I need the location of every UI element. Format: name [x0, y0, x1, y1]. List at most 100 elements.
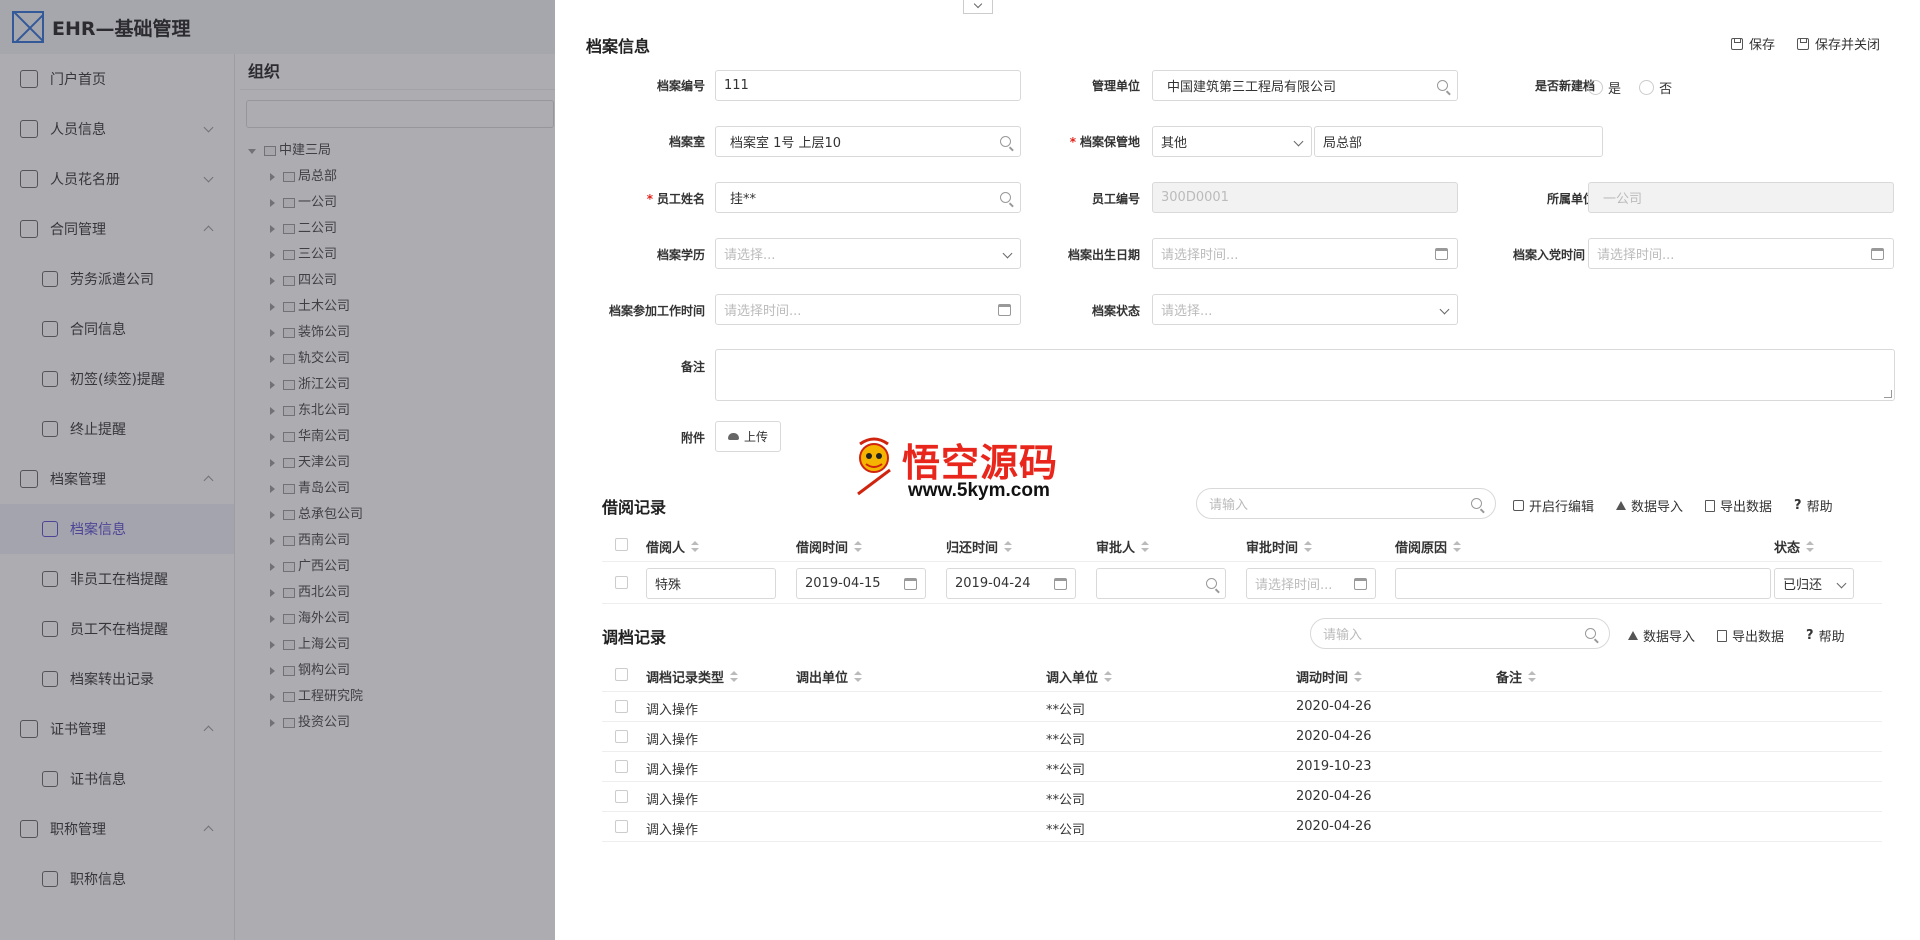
calendar-icon	[1054, 578, 1067, 590]
row-checkbox[interactable]	[615, 730, 628, 743]
transfer-cell-type: 调入操作	[646, 793, 699, 808]
col-transfer-time[interactable]: 调动时间	[1296, 667, 1363, 686]
save-close-button[interactable]: 保存并关闭	[1796, 34, 1880, 53]
transfer-import-button[interactable]: 数据导入	[1628, 626, 1695, 645]
col-label: 归还时间	[946, 541, 999, 556]
employee-name-value: 挂**	[730, 192, 757, 207]
approver-cell-input[interactable]	[1096, 568, 1226, 599]
mgmt-unit-input[interactable]: 中国建筑第三工程局有限公司	[1152, 70, 1458, 101]
row-checkbox[interactable]	[615, 576, 628, 589]
return-time-value: 2019-04-24	[955, 576, 1031, 591]
modal-mask[interactable]	[0, 0, 555, 940]
storage-place-input[interactable]: 局总部	[1314, 126, 1603, 157]
borrow-help-button[interactable]: ? 帮助	[1794, 496, 1833, 515]
transfer-help-button[interactable]: ? 帮助	[1806, 626, 1845, 645]
borrower-cell-input[interactable]: 特殊	[646, 568, 776, 599]
sort-icon	[691, 541, 700, 552]
return-time-cell-picker[interactable]: 2019-04-24	[946, 568, 1076, 599]
col-out-unit[interactable]: 调出单位	[796, 667, 863, 686]
col-label: 状态	[1774, 541, 1801, 556]
enable-row-edit-label: 开启行编辑	[1529, 500, 1595, 515]
col-label: 借阅时间	[796, 541, 849, 556]
col-approver[interactable]: 审批人	[1096, 537, 1150, 556]
export-icon	[1705, 499, 1716, 512]
employee-name-input[interactable]: 挂**	[715, 182, 1021, 213]
status-select[interactable]: 请选择...	[1152, 294, 1458, 325]
row-checkbox[interactable]	[615, 820, 628, 833]
remark-textarea[interactable]	[715, 349, 1895, 401]
transfer-search-placeholder: 请输入	[1323, 628, 1363, 643]
chevron-down-icon	[1293, 136, 1304, 147]
transfer-cell-time: 2020-04-26	[1296, 729, 1372, 744]
storage-place-select[interactable]: 其他	[1152, 126, 1312, 157]
chevron-down-icon	[973, 0, 983, 9]
transfer-cell-in-unit: **公司	[1046, 733, 1086, 748]
education-select[interactable]: 请选择...	[715, 238, 1021, 269]
help-icon: ?	[1794, 498, 1802, 513]
transfer-cell-in-unit: **公司	[1046, 793, 1086, 808]
calendar-icon	[904, 578, 917, 590]
approve-time-cell-picker[interactable]: 请选择时间...	[1246, 568, 1376, 599]
reason-cell-input[interactable]	[1395, 568, 1771, 599]
enable-row-edit-button[interactable]: 开启行编辑	[1513, 496, 1594, 515]
attachment-label: 附件	[680, 431, 705, 445]
select-all-checkbox[interactable]	[615, 538, 628, 551]
archive-room-label: 档案室	[668, 135, 705, 149]
birth-date-picker[interactable]: 请选择时间...	[1152, 238, 1458, 269]
archive-no-input[interactable]: 111	[715, 70, 1021, 101]
transfer-table-row: 调入操作 **公司 2020-04-26	[602, 692, 1882, 722]
col-borrow-time[interactable]: 借阅时间	[796, 537, 863, 556]
col-transfer-type[interactable]: 调档记录类型	[646, 667, 739, 686]
save-close-label: 保存并关闭	[1814, 38, 1880, 53]
calendar-icon	[998, 304, 1011, 316]
row-checkbox[interactable]	[615, 760, 628, 773]
col-label: 审批时间	[1246, 541, 1299, 556]
help-icon: ?	[1806, 628, 1814, 643]
select-all-checkbox[interactable]	[615, 668, 628, 681]
row-checkbox[interactable]	[615, 700, 628, 713]
save-icon	[1730, 37, 1743, 50]
status-cell-select[interactable]: 已归还	[1774, 568, 1854, 599]
work-date-picker[interactable]: 请选择时间...	[715, 294, 1021, 325]
col-remark[interactable]: 备注	[1496, 667, 1537, 686]
collapse-tab[interactable]	[963, 0, 993, 14]
status-value: 已归还	[1783, 578, 1823, 593]
borrow-time-cell-picker[interactable]: 2019-04-15	[796, 568, 926, 599]
upload-button[interactable]: 上传	[715, 421, 782, 452]
col-label: 调出单位	[796, 671, 849, 686]
transfer-export-button[interactable]: 导出数据	[1717, 626, 1784, 645]
storage-place-select-value: 其他	[1161, 136, 1188, 151]
borrower-value: 特殊	[655, 578, 682, 593]
row-checkbox[interactable]	[615, 790, 628, 803]
col-approve-time[interactable]: 审批时间	[1246, 537, 1313, 556]
col-borrower[interactable]: 借阅人	[646, 537, 700, 556]
export-icon	[1717, 629, 1728, 642]
search-icon	[1000, 136, 1011, 147]
archive-room-value: 档案室 1号 上层10	[730, 136, 842, 151]
transfer-search-input[interactable]: 请输入	[1310, 618, 1610, 649]
is-new-no-radio[interactable]: 否	[1639, 78, 1672, 97]
col-label: 调入单位	[1046, 671, 1099, 686]
col-return-time[interactable]: 归还时间	[946, 537, 1013, 556]
transfer-cell-type: 调入操作	[646, 733, 699, 748]
is-new-yes-radio[interactable]: 是	[1588, 78, 1621, 97]
search-icon	[1437, 80, 1448, 91]
archive-room-input[interactable]: 档案室 1号 上层10	[715, 126, 1021, 157]
save-button[interactable]: 保存	[1730, 34, 1775, 53]
col-reason[interactable]: 借阅原因	[1395, 537, 1462, 556]
borrow-table-row: 特殊 2019-04-15 2019-04-24 请选择时间... 已归还	[602, 562, 1882, 604]
remark-label: 备注	[680, 360, 705, 374]
col-status[interactable]: 状态	[1774, 537, 1815, 556]
transfer-table-row: 调入操作 **公司 2020-04-26	[602, 812, 1882, 842]
party-date-picker[interactable]: 请选择时间...	[1588, 238, 1894, 269]
status-placeholder: 请选择...	[1161, 304, 1213, 319]
search-icon	[1206, 578, 1217, 589]
borrow-export-button[interactable]: 导出数据	[1705, 496, 1772, 515]
borrow-search-placeholder: 请输入	[1209, 498, 1249, 513]
required-mark: *	[646, 192, 653, 206]
borrow-import-button[interactable]: 数据导入	[1616, 496, 1683, 515]
borrow-search-input[interactable]: 请输入	[1196, 488, 1496, 519]
radio-label: 否	[1659, 82, 1673, 97]
col-in-unit[interactable]: 调入单位	[1046, 667, 1113, 686]
unit-value: 一公司	[1603, 192, 1643, 207]
